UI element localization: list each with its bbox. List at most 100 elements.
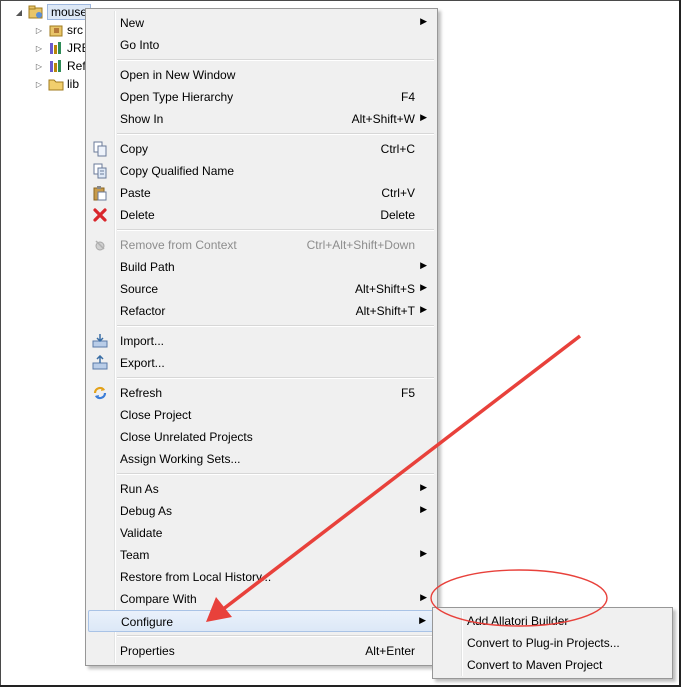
- submenu-arrow-icon: ▶: [420, 482, 427, 492]
- menu-item-properties[interactable]: Properties Alt+Enter: [88, 640, 435, 662]
- menu-item-run-as[interactable]: Run As ▶: [88, 478, 435, 500]
- menu-item-label: Open Type Hierarchy: [120, 90, 234, 104]
- tree-item-src[interactable]: ▷ src: [34, 21, 83, 39]
- menu-item-copy[interactable]: Copy Ctrl+C: [88, 138, 435, 160]
- menu-item-shortcut: F5: [400, 386, 415, 400]
- menu-item-label: Show In: [120, 112, 164, 126]
- submenu-item-label: Add Allatori Builder: [467, 614, 569, 628]
- menu-item-label: Debug As: [120, 504, 173, 518]
- submenu-arrow-icon: ▶: [420, 260, 427, 270]
- expand-triangle-icon[interactable]: ▷: [34, 61, 44, 71]
- submenu-item-convert-to-plugin-projects[interactable]: Convert to Plug-in Projects...: [435, 632, 670, 654]
- menu-item-label: Refactor: [120, 304, 166, 318]
- submenu-arrow-icon: ▶: [419, 615, 426, 625]
- submenu-arrow-icon: ▶: [420, 112, 427, 122]
- tree-root-row[interactable]: ◢ mouse: [14, 3, 92, 21]
- tree-item-lib[interactable]: ▷ lib: [34, 75, 79, 93]
- menu-separator: [117, 377, 434, 379]
- menu-item-new[interactable]: New ▶: [88, 12, 435, 34]
- expand-triangle-icon[interactable]: ▷: [34, 79, 44, 89]
- submenu-arrow-icon: ▶: [420, 304, 427, 314]
- submenu-arrow-icon: ▶: [420, 592, 427, 602]
- menu-separator: [117, 325, 434, 327]
- library-icon: [48, 58, 64, 74]
- menu-separator: [117, 635, 434, 637]
- export-icon: [92, 355, 108, 371]
- expand-triangle-icon[interactable]: ▷: [34, 43, 44, 53]
- menu-item-export[interactable]: Export...: [88, 352, 435, 374]
- menu-item-shortcut: Alt+Shift+T: [355, 304, 415, 318]
- context-menu: New ▶ Go Into Open in New Window Open Ty…: [85, 8, 438, 666]
- menu-item-label: Copy Qualified Name: [120, 164, 235, 178]
- menu-item-team[interactable]: Team ▶: [88, 544, 435, 566]
- configure-submenu: Add Allatori Builder Convert to Plug-in …: [432, 607, 673, 679]
- menu-item-label: Close Project: [120, 408, 192, 422]
- menu-item-paste[interactable]: Paste Ctrl+V: [88, 182, 435, 204]
- menu-item-label: Go Into: [120, 38, 160, 52]
- menu-item-remove-from-context: Remove from Context Ctrl+Alt+Shift+Down: [88, 234, 435, 256]
- submenu-arrow-icon: ▶: [420, 504, 427, 514]
- menu-item-label: Refresh: [120, 386, 163, 400]
- menu-item-label: Remove from Context: [120, 238, 237, 252]
- menu-item-label: Build Path: [120, 260, 175, 274]
- java-project-icon: [28, 4, 44, 20]
- collapse-triangle-icon[interactable]: ◢: [14, 7, 24, 17]
- tree-item-label: lib: [67, 77, 80, 91]
- menu-item-validate[interactable]: Validate: [88, 522, 435, 544]
- menu-item-open-in-new-window[interactable]: Open in New Window: [88, 64, 435, 86]
- menu-item-open-type-hierarchy[interactable]: Open Type Hierarchy F4: [88, 86, 435, 108]
- menu-item-build-path[interactable]: Build Path ▶: [88, 256, 435, 278]
- package-folder-icon: [48, 22, 64, 38]
- delete-icon: [92, 207, 108, 223]
- menu-item-label: Configure: [121, 615, 174, 629]
- menu-item-refresh[interactable]: Refresh F5: [88, 382, 435, 404]
- remove-from-context-icon: [92, 237, 108, 253]
- menu-item-debug-as[interactable]: Debug As ▶: [88, 500, 435, 522]
- submenu-item-label: Convert to Maven Project: [467, 658, 603, 672]
- menu-item-configure[interactable]: Configure ▶: [88, 610, 435, 632]
- menu-item-shortcut: Ctrl+C: [380, 142, 415, 156]
- menu-item-show-in[interactable]: Show In Alt+Shift+W ▶: [88, 108, 435, 130]
- menu-item-close-project[interactable]: Close Project: [88, 404, 435, 426]
- menu-separator: [117, 59, 434, 61]
- menu-item-shortcut: F4: [400, 90, 415, 104]
- menu-item-label: Export...: [120, 356, 165, 370]
- menu-item-label: Copy: [120, 142, 149, 156]
- menu-item-label: Run As: [120, 482, 159, 496]
- menu-item-label: Assign Working Sets...: [120, 452, 241, 466]
- menu-item-copy-qualified-name[interactable]: Copy Qualified Name: [88, 160, 435, 182]
- menu-item-label: Team: [120, 548, 150, 562]
- menu-item-restore-from-local-history[interactable]: Restore from Local History...: [88, 566, 435, 588]
- menu-item-shortcut: Alt+Shift+W: [351, 112, 415, 126]
- menu-separator: [117, 133, 434, 135]
- submenu-item-add-allatori-builder[interactable]: Add Allatori Builder: [435, 610, 670, 632]
- copy-icon: [92, 141, 108, 157]
- folder-icon: [48, 76, 64, 92]
- expand-triangle-icon[interactable]: ▷: [34, 25, 44, 35]
- menu-item-label: Paste: [120, 186, 151, 200]
- menu-item-close-unrelated-projects[interactable]: Close Unrelated Projects: [88, 426, 435, 448]
- menu-item-label: Compare With: [120, 592, 197, 606]
- menu-item-shortcut: Delete: [380, 208, 415, 222]
- import-icon: [92, 333, 108, 349]
- menu-separator: [117, 229, 434, 231]
- menu-item-compare-with[interactable]: Compare With ▶: [88, 588, 435, 610]
- menu-item-label: Close Unrelated Projects: [120, 430, 253, 444]
- menu-item-go-into[interactable]: Go Into: [88, 34, 435, 56]
- menu-item-assign-working-sets[interactable]: Assign Working Sets...: [88, 448, 435, 470]
- menu-item-label: Open in New Window: [120, 68, 236, 82]
- copy-qualified-name-icon: [92, 163, 108, 179]
- menu-item-shortcut: Ctrl+V: [381, 186, 415, 200]
- menu-item-source[interactable]: Source Alt+Shift+S ▶: [88, 278, 435, 300]
- menu-item-delete[interactable]: Delete Delete: [88, 204, 435, 226]
- tree-item-ref[interactable]: ▷ Ref: [34, 57, 86, 75]
- library-icon: [48, 40, 64, 56]
- tree-item-jre[interactable]: ▷ JRE: [34, 39, 90, 57]
- menu-item-import[interactable]: Import...: [88, 330, 435, 352]
- menu-separator: [117, 473, 434, 475]
- menu-item-label: Import...: [120, 334, 165, 348]
- menu-item-refactor[interactable]: Refactor Alt+Shift+T ▶: [88, 300, 435, 322]
- submenu-item-convert-to-maven-project[interactable]: Convert to Maven Project: [435, 654, 670, 676]
- submenu-arrow-icon: ▶: [420, 548, 427, 558]
- menu-item-label: Delete: [120, 208, 155, 222]
